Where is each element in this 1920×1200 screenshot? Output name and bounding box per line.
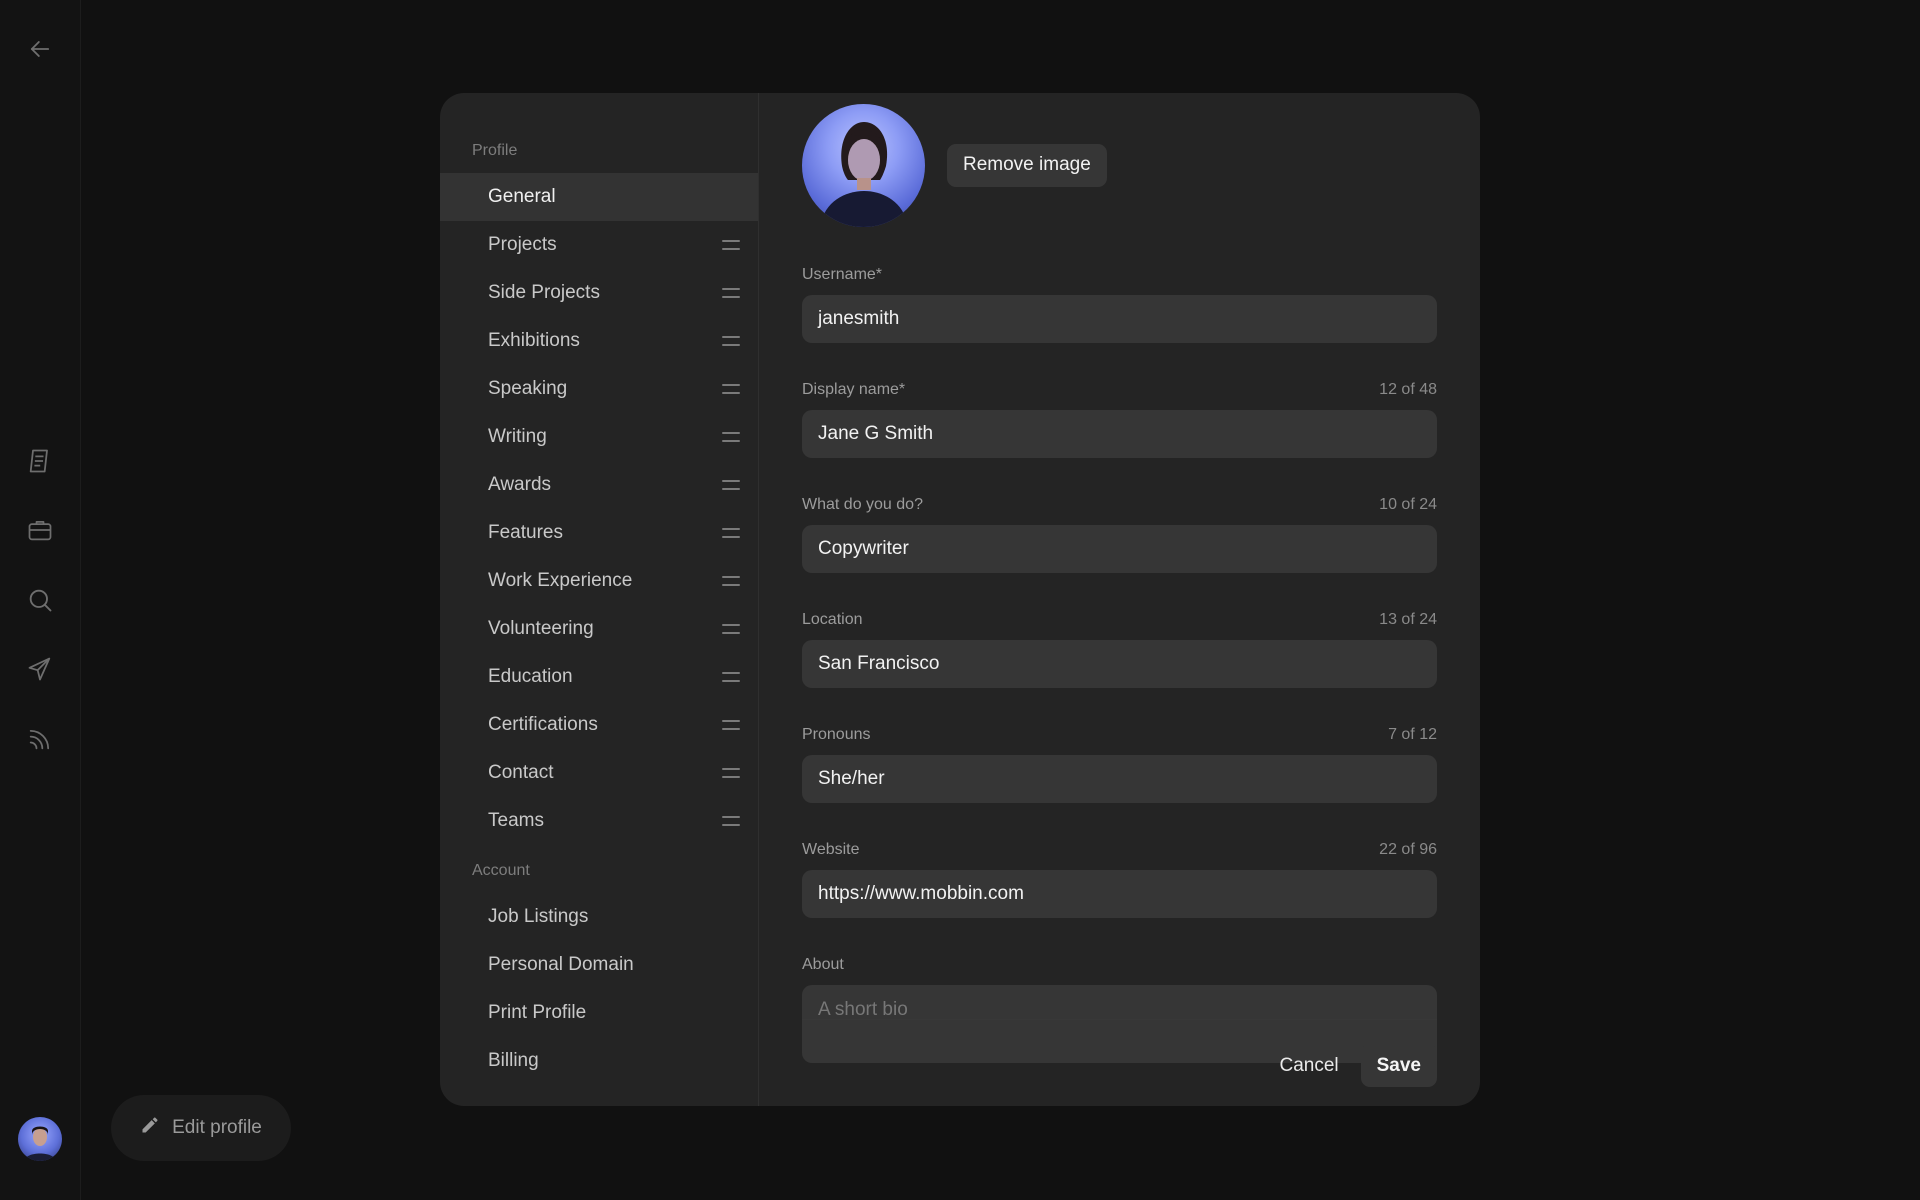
briefcase-icon[interactable] [20, 510, 60, 550]
sidebar-item-awards[interactable]: Awards [440, 461, 758, 509]
avatar[interactable] [18, 1117, 62, 1161]
pronouns-char-count: 7 of 12 [1388, 726, 1437, 743]
sidebar-item-label: Awards [488, 474, 552, 495]
form-footer: Cancel Save [1275, 1044, 1437, 1087]
location-label: Location [802, 611, 863, 628]
username-label: Username* [802, 266, 883, 283]
location-field-group: Location 13 of 24 San Francisco [802, 610, 1437, 688]
account-section-heading: Account [472, 862, 530, 879]
sidebar-item-speaking[interactable]: Speaking [440, 365, 758, 413]
sidebar-item-exhibitions[interactable]: Exhibitions [440, 317, 758, 365]
drag-handle-icon[interactable] [722, 672, 740, 682]
drag-handle-icon[interactable] [722, 528, 740, 538]
pencil-icon [140, 1115, 160, 1141]
sidebar-item-label: General [488, 186, 556, 207]
drag-handle-icon[interactable] [722, 624, 740, 634]
display-name-field-group: Display name* 12 of 48 Jane G Smith [802, 380, 1437, 458]
profile-section-heading: Profile [472, 142, 518, 159]
sidebar-item-label: Billing [488, 1050, 539, 1071]
sidebar-item-label: Projects [488, 234, 557, 255]
sidebar-item-work-experience[interactable]: Work Experience [440, 557, 758, 605]
sidebar-item-label: Personal Domain [488, 954, 634, 975]
sidebar-item-label: Work Experience [488, 570, 633, 591]
remove-image-button[interactable]: Remove image [947, 143, 1107, 187]
left-rail [0, 0, 81, 1200]
sidebar-item-print-profile[interactable]: Print Profile [440, 989, 758, 1037]
pronouns-field[interactable]: She/her [802, 755, 1437, 803]
website-field-group: Website 22 of 96 https://www.mobbin.com [802, 840, 1437, 918]
sidebar-item-label: Exhibitions [488, 330, 580, 351]
sidebar-item-projects[interactable]: Projects [440, 221, 758, 269]
username-field-group: Username* janesmith [802, 265, 1437, 343]
drag-handle-icon[interactable] [722, 240, 740, 250]
occupation-label: What do you do? [802, 496, 923, 513]
sidebar-item-label: Certifications [488, 714, 598, 735]
rss-icon[interactable] [20, 719, 60, 759]
sidebar-item-teams[interactable]: Teams [440, 797, 758, 845]
sidebar-item-label: Features [488, 522, 563, 543]
sidebar-item-features[interactable]: Features [440, 509, 758, 557]
edit-profile-button[interactable]: Edit profile [111, 1095, 291, 1161]
sidebar-item-label: Education [488, 666, 573, 687]
sidebar-item-education[interactable]: Education [440, 653, 758, 701]
drag-handle-icon[interactable] [722, 480, 740, 490]
edit-profile-label: Edit profile [172, 1117, 262, 1138]
footer-divider [802, 1019, 1437, 1020]
cancel-button[interactable]: Cancel [1275, 1055, 1342, 1077]
sidebar-item-label: Contact [488, 762, 554, 783]
settings-sidebar: Profile General Projects Side Projects E… [440, 93, 759, 1106]
sidebar-item-certifications[interactable]: Certifications [440, 701, 758, 749]
display-name-field[interactable]: Jane G Smith [802, 410, 1437, 458]
sidebar-item-label: Speaking [488, 378, 568, 399]
sidebar-item-label: Volunteering [488, 618, 594, 639]
website-label: Website [802, 841, 860, 858]
general-settings-form: Remove image Username* janesmith Display… [759, 93, 1480, 1106]
username-field[interactable]: janesmith [802, 295, 1437, 343]
display-name-char-count: 12 of 48 [1379, 381, 1437, 398]
back-arrow-icon[interactable] [20, 29, 60, 69]
drag-handle-icon[interactable] [722, 432, 740, 442]
website-field[interactable]: https://www.mobbin.com [802, 870, 1437, 918]
about-label: About [802, 956, 844, 973]
sidebar-item-label: Teams [488, 810, 544, 831]
drag-handle-icon[interactable] [722, 384, 740, 394]
occupation-field-group: What do you do? 10 of 24 Copywriter [802, 495, 1437, 573]
account-nav: Job Listings Personal Domain Print Profi… [440, 893, 758, 1085]
occupation-field[interactable]: Copywriter [802, 525, 1437, 573]
sidebar-item-contact[interactable]: Contact [440, 749, 758, 797]
display-name-label: Display name* [802, 381, 906, 398]
sidebar-item-label: Print Profile [488, 1002, 587, 1023]
search-icon[interactable] [20, 580, 60, 620]
website-char-count: 22 of 96 [1379, 841, 1437, 858]
sidebar-item-label: Side Projects [488, 282, 600, 303]
sidebar-item-billing[interactable]: Billing [440, 1037, 758, 1085]
pronouns-field-group: Pronouns 7 of 12 She/her [802, 725, 1437, 803]
pronouns-label: Pronouns [802, 726, 871, 743]
sidebar-item-label: Writing [488, 426, 547, 447]
profile-photo[interactable] [802, 103, 925, 227]
drag-handle-icon[interactable] [722, 336, 740, 346]
sidebar-item-general[interactable]: General [440, 173, 758, 221]
drag-handle-icon[interactable] [722, 576, 740, 586]
drag-handle-icon[interactable] [722, 768, 740, 778]
profile-photo-row: Remove image [802, 103, 1437, 227]
occupation-char-count: 10 of 24 [1379, 496, 1437, 513]
location-field[interactable]: San Francisco [802, 640, 1437, 688]
sidebar-item-job-listings[interactable]: Job Listings [440, 893, 758, 941]
notes-icon[interactable] [20, 441, 60, 481]
drag-handle-icon[interactable] [722, 720, 740, 730]
send-icon[interactable] [20, 649, 60, 689]
fields: Username* janesmith Display name* 12 of 4… [802, 265, 1437, 1063]
sidebar-item-label: Job Listings [488, 906, 589, 927]
sidebar-item-volunteering[interactable]: Volunteering [440, 605, 758, 653]
drag-handle-icon[interactable] [722, 288, 740, 298]
save-button[interactable]: Save [1360, 1044, 1437, 1087]
sidebar-item-personal-domain[interactable]: Personal Domain [440, 941, 758, 989]
settings-modal: Profile General Projects Side Projects E… [440, 93, 1480, 1106]
sidebar-item-side-projects[interactable]: Side Projects [440, 269, 758, 317]
sidebar-item-writing[interactable]: Writing [440, 413, 758, 461]
location-char-count: 13 of 24 [1379, 611, 1437, 628]
profile-nav: General Projects Side Projects Exhibitio… [440, 173, 758, 845]
drag-handle-icon[interactable] [722, 816, 740, 826]
